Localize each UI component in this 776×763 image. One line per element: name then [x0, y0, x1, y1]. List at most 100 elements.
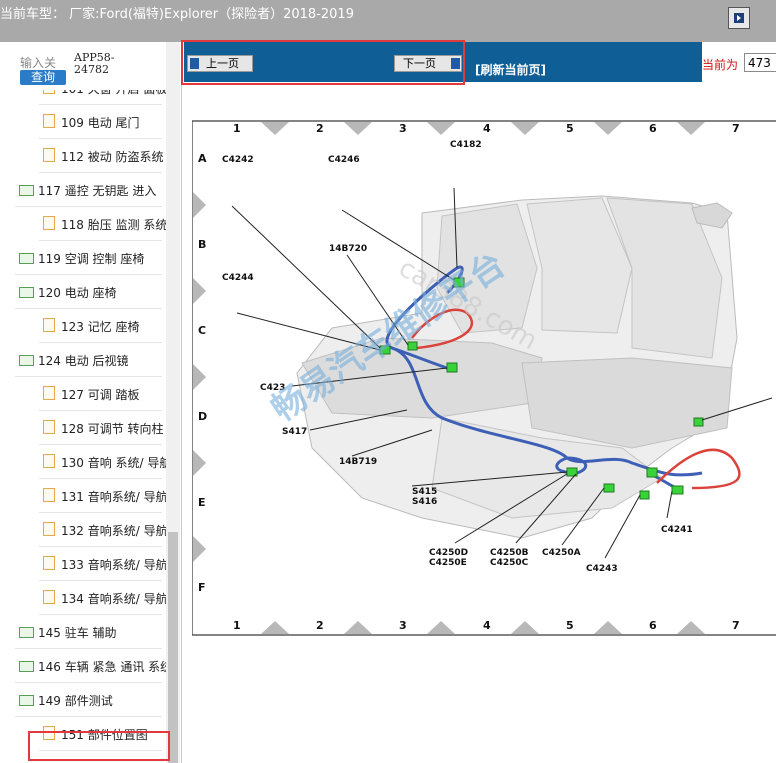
- connector-label: 14B719: [339, 457, 377, 467]
- tree-item-label: 128 可调节 转向柱: [61, 422, 164, 436]
- grid-column-label: 6: [649, 619, 657, 632]
- selected-item-highlight: [28, 731, 170, 761]
- folder-icon: [19, 627, 34, 638]
- document-icon: [43, 114, 55, 128]
- refresh-link[interactable]: [刷新当前页]: [475, 61, 546, 78]
- tree-item-label: 118 胎压 监测 系统: [61, 218, 166, 232]
- tree-document[interactable]: 127 可调 踏板: [0, 377, 166, 411]
- tree-folder[interactable]: 146 车辆 紧急 通讯 系统: [0, 649, 166, 683]
- grid-row-label: C: [198, 324, 206, 337]
- scrollbar-thumb[interactable]: [168, 532, 178, 763]
- tree-item-label: 109 电动 尾门: [61, 116, 140, 130]
- document-icon: [43, 216, 55, 230]
- tree-document[interactable]: 112 被动 防盗系统: [0, 139, 166, 173]
- tree-item-label: 120 电动 座椅: [38, 286, 117, 300]
- tree-document[interactable]: 109 电动 尾门: [0, 105, 166, 139]
- current-page-label: 当前为: [702, 58, 739, 72]
- document-icon: [43, 420, 55, 434]
- tree-folder[interactable]: 119 空调 控制 座椅: [0, 241, 166, 275]
- connector-label: C4244: [222, 273, 254, 283]
- grid-column-label: 7: [732, 122, 740, 135]
- document-icon: [43, 90, 55, 94]
- grid-column-label: 5: [566, 619, 574, 632]
- grid-column-label: 2: [316, 619, 324, 632]
- vehicle-title: 当前车型： 厂家:Ford(福特)Explorer（探险者）2018-2019: [0, 7, 354, 22]
- grid-column-label: 4: [483, 122, 491, 135]
- tree-item-label: 132 音响系统/ 导航: [61, 524, 166, 538]
- tree-item-label: 146 车辆 紧急 通讯 系统: [38, 660, 166, 674]
- tree-item-label: 134 音响系统/ 导航: [61, 592, 166, 606]
- tree-document[interactable]: 123 记忆 座椅: [0, 309, 166, 343]
- folder-icon: [19, 661, 34, 672]
- sidebar: 输入关 查询 APP58-24782 101 天窗 开启 面板 109 电动 尾门…: [0, 42, 182, 763]
- grid-column-label: 1: [233, 122, 241, 135]
- tree-item-label: 124 电动 后视镜: [38, 354, 129, 368]
- grid-row-label: A: [198, 152, 207, 165]
- current-page-box: 当前为: [702, 42, 776, 82]
- grid-column-label: 3: [399, 122, 407, 135]
- document-icon: [43, 148, 55, 162]
- folder-icon: [19, 253, 34, 264]
- document-icon: [43, 556, 55, 570]
- document-icon: [43, 522, 55, 536]
- grid-column-label: 2: [316, 122, 324, 135]
- document-tree: 101 天窗 开启 面板 109 电动 尾门 112 被动 防盗系统 117 遥控 无…: [0, 90, 166, 763]
- connector-label: 14B720: [329, 244, 367, 254]
- tree-item-label: 112 被动 防盗系统: [61, 150, 164, 164]
- folder-icon: [19, 185, 34, 196]
- document-icon: [43, 454, 55, 468]
- connector-label: C4250C: [490, 558, 529, 568]
- tree-item-label: 123 记忆 座椅: [61, 320, 140, 334]
- grid-column-label: 3: [399, 619, 407, 632]
- grid-column-label: 7: [732, 619, 740, 632]
- tree-folder[interactable]: 145 驻车 辅助: [0, 615, 166, 649]
- connector-label: C4246: [328, 155, 360, 165]
- search-input-label[interactable]: 输入关: [20, 54, 56, 71]
- tree-document[interactable]: 118 胎压 监测 系统: [0, 207, 166, 241]
- tree-folder[interactable]: 117 遥控 无钥匙 进入: [0, 173, 166, 207]
- grid-column-label: 5: [566, 122, 574, 135]
- top-bar: 当前车型： 厂家:Ford(福特)Explorer（探险者）2018-2019: [0, 0, 776, 42]
- connector-label: S416: [412, 497, 437, 507]
- tree-document[interactable]: 132 音响系统/ 导航: [0, 513, 166, 547]
- sidebar-toggle-button[interactable]: [728, 7, 750, 29]
- tree-item-label: 127 可调 踏板: [61, 388, 140, 402]
- tree-item-label: 133 音响系统/ 导航: [61, 558, 166, 572]
- grid-column-label: 4: [483, 619, 491, 632]
- nav-highlight-box: [181, 40, 465, 85]
- folder-icon: [19, 287, 34, 298]
- grid-column-label: 1: [233, 619, 241, 632]
- tree-folder[interactable]: 149 部件测试: [0, 683, 166, 717]
- tree-item-label: 117 遥控 无钥匙 进入: [38, 184, 157, 198]
- connector-label: C4250E: [429, 558, 467, 568]
- connector-label: C4250A: [542, 548, 581, 558]
- sidebar-scrollbar[interactable]: [166, 42, 180, 763]
- tree-document[interactable]: 131 音响系统/ 导航: [0, 479, 166, 513]
- grid-row-label: B: [198, 238, 206, 251]
- tree-folder[interactable]: 124 电动 后视镜: [0, 343, 166, 377]
- grid-row-label: F: [198, 581, 206, 594]
- document-icon: [43, 488, 55, 502]
- tree-item-label: 101 天窗 开启 面板: [61, 90, 166, 97]
- tree-document[interactable]: 101 天窗 开启 面板: [0, 90, 166, 105]
- app-code: APP58-24782: [74, 51, 115, 76]
- grid-row-label: E: [198, 496, 206, 509]
- connector-label: C4182: [450, 140, 482, 150]
- tree-folder[interactable]: 120 电动 座椅: [0, 275, 166, 309]
- connector-label: C4250D: [429, 548, 468, 558]
- connector-label: S415: [412, 487, 437, 497]
- tree-document[interactable]: 134 音响系统/ 导航: [0, 581, 166, 615]
- tree-document[interactable]: 130 音响 系统/ 导航: [0, 445, 166, 479]
- connector-label: C4243: [586, 564, 618, 574]
- document-icon: [43, 318, 55, 332]
- document-icon: [43, 386, 55, 400]
- page-number-input[interactable]: [744, 53, 776, 72]
- connector-label: C4250B: [490, 548, 529, 558]
- tree-document[interactable]: 128 可调节 转向柱: [0, 411, 166, 445]
- tree-item-label: 130 音响 系统/ 导航: [61, 456, 166, 470]
- grid-column-label: 6: [649, 122, 657, 135]
- folder-icon: [19, 695, 34, 706]
- search-button[interactable]: 查询: [20, 70, 66, 85]
- tree-document[interactable]: 133 音响系统/ 导航: [0, 547, 166, 581]
- connector-label: C4242: [222, 155, 254, 165]
